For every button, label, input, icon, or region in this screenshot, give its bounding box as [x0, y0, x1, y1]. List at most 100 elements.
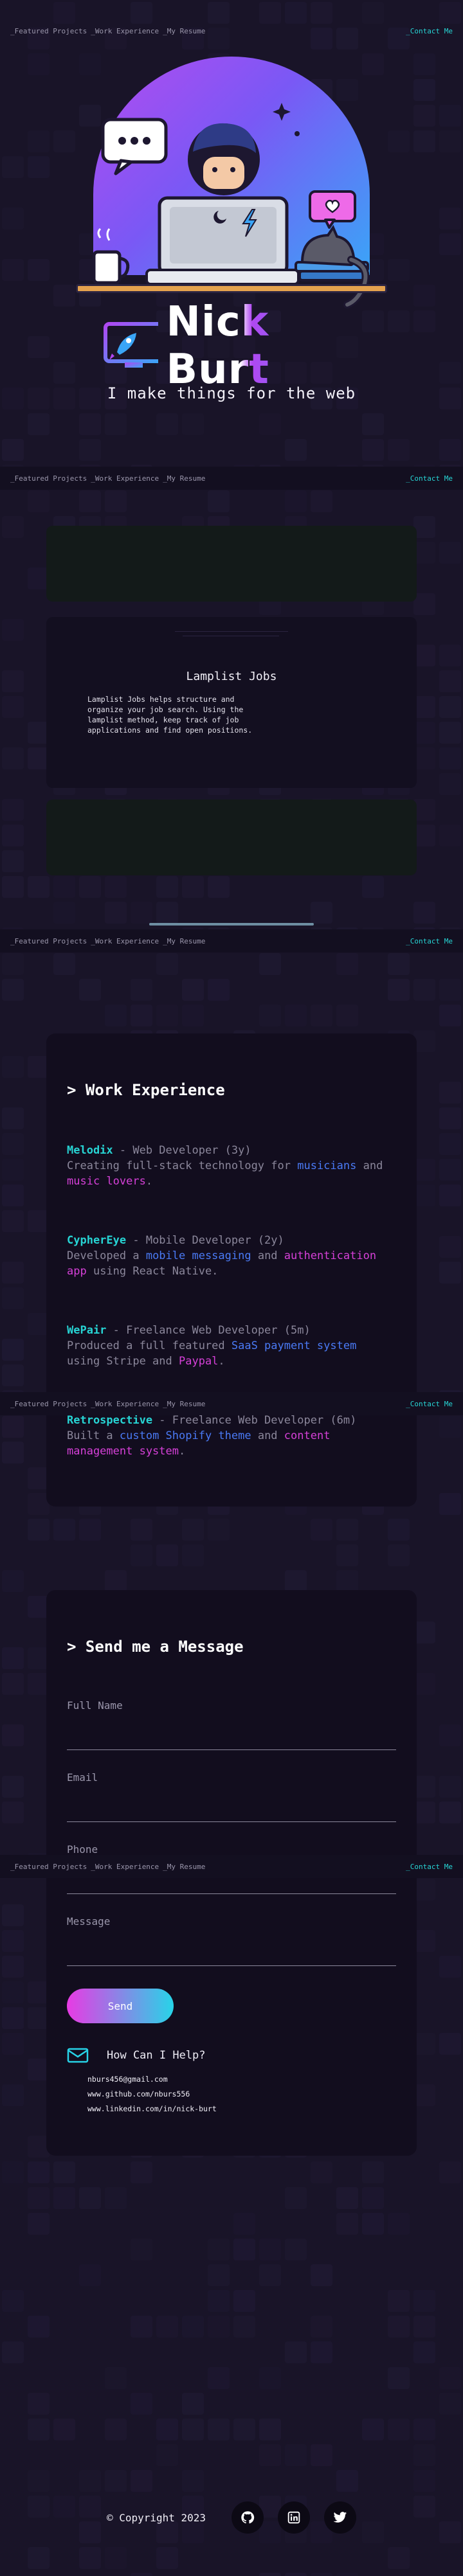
- background-cell: [413, 1930, 435, 1952]
- background-cell: [208, 2367, 230, 2389]
- background-cell: [2, 619, 24, 641]
- email-input[interactable]: [67, 1821, 396, 1822]
- highlighted-term: SaaS payment system: [231, 1339, 357, 1352]
- background-cell: [439, 1005, 461, 1026]
- background-cell: [285, 2341, 307, 2363]
- background-cell: [259, 2444, 281, 2466]
- background-cell: [311, 2573, 332, 2576]
- background-cell: [131, 2239, 152, 2260]
- background-cell: [79, 2264, 101, 2286]
- nav-work-experience[interactable]: _Work Experience: [91, 27, 159, 35]
- background-cell: [208, 1519, 230, 1541]
- background-cell: [439, 1262, 461, 1284]
- project-title: Lamplist Jobs: [186, 670, 277, 683]
- work-experience-heading: > Work Experience: [67, 1081, 225, 1099]
- send-button[interactable]: Send: [67, 1989, 174, 2023]
- project-card-next[interactable]: [46, 800, 417, 875]
- background-cell: [439, 1802, 461, 1823]
- linkedin-icon[interactable]: [278, 2501, 311, 2534]
- background-cell: [2, 516, 24, 538]
- contact-linkedin-link[interactable]: www.linkedin.com/in/nick-burt: [87, 2102, 217, 2116]
- phone-input[interactable]: [67, 1893, 396, 1894]
- job-company: WePair: [67, 1324, 107, 1337]
- contact-github-link[interactable]: www.github.com/nburs556: [87, 2087, 217, 2102]
- background-cell: [131, 2470, 152, 2492]
- background-cell: [53, 876, 75, 898]
- background-cell: [182, 2393, 204, 2415]
- full-name-label: Full Name: [67, 1699, 123, 1712]
- project-card-current[interactable]: Lamplist Jobs Lamplist Jobs helps struct…: [46, 617, 417, 788]
- background-cell: [233, 2239, 255, 2260]
- background-cell: [311, 1519, 332, 1541]
- background-cell: [2, 1262, 24, 1284]
- background-cell: [336, 1005, 358, 1026]
- nav-contact-me[interactable]: _Contact Me: [406, 474, 453, 483]
- hero-tagline: I make things for the web: [107, 384, 356, 402]
- background-cell: [439, 1082, 461, 1104]
- nav-work-experience[interactable]: _Work Experience: [91, 1863, 159, 1871]
- background-cell: [182, 413, 204, 435]
- nav-my-resume[interactable]: _My Resume: [163, 27, 205, 35]
- nav-work-experience[interactable]: _Work Experience: [91, 937, 159, 945]
- background-cell: [439, 645, 461, 666]
- nav-contact-me[interactable]: _Contact Me: [406, 27, 453, 35]
- background-cell: [105, 2547, 127, 2569]
- background-cell: [233, 2290, 255, 2312]
- nav-featured-projects[interactable]: _Featured Projects: [10, 1863, 87, 1871]
- full-name-input[interactable]: [67, 1749, 396, 1750]
- background-cell: [2, 1776, 24, 1798]
- background-cell: [53, 362, 75, 384]
- background-cell: [53, 2161, 75, 2183]
- carousel-scrollbar[interactable]: [149, 923, 314, 926]
- background-cell: [388, 953, 410, 975]
- background-cell: [182, 2316, 204, 2338]
- background-cell: [413, 1776, 435, 1798]
- background-cell: [413, 722, 435, 744]
- nav-featured-projects[interactable]: _Featured Projects: [10, 474, 87, 483]
- background-cell: [336, 1519, 358, 1541]
- copyright-text: © Copyright 2023: [106, 2511, 206, 2524]
- background-cell: [233, 2213, 255, 2235]
- background-cell: [28, 2161, 50, 2183]
- nav-my-resume[interactable]: _My Resume: [163, 1400, 205, 1408]
- github-icon[interactable]: [232, 2501, 264, 2534]
- nav-featured-projects[interactable]: _Featured Projects: [10, 937, 87, 945]
- background-cell: [156, 2547, 178, 2569]
- background-cell: [439, 1956, 461, 1978]
- background-cell: [413, 2084, 435, 2106]
- background-cell: [439, 696, 461, 718]
- background-cell: [413, 1159, 435, 1181]
- nav-work-experience[interactable]: _Work Experience: [91, 474, 159, 483]
- nav-contact-me[interactable]: _Contact Me: [406, 1863, 453, 1871]
- background-cell: [182, 979, 204, 1001]
- nav-my-resume[interactable]: _My Resume: [163, 474, 205, 483]
- background-cell: [413, 2341, 435, 2363]
- background-cell: [311, 490, 332, 512]
- background-cell: [2, 979, 24, 1001]
- background-cell: [413, 747, 435, 769]
- twitter-icon[interactable]: [324, 2501, 357, 2534]
- background-cell: [388, 2547, 410, 2569]
- background-cell: [285, 439, 307, 461]
- background-cell: [2, 850, 24, 872]
- background-cell: [388, 1519, 410, 1541]
- background-cell: [156, 902, 178, 924]
- nav-featured-projects[interactable]: _Featured Projects: [10, 27, 87, 35]
- job-entry: CypherEye - Mobile Developer (2y) Develo…: [67, 1233, 395, 1279]
- background-cell: [2, 1364, 24, 1386]
- nav-work-experience[interactable]: _Work Experience: [91, 1400, 159, 1408]
- background-cell: [28, 2547, 50, 2569]
- background-cell: [28, 2393, 50, 2415]
- message-input[interactable]: [67, 1965, 396, 1966]
- contact-email-link[interactable]: nburs456@gmail.com: [87, 2072, 217, 2087]
- background-cell: [388, 2290, 410, 2312]
- project-card-previous[interactable]: [46, 526, 417, 602]
- nav-contact-me[interactable]: _Contact Me: [406, 1400, 453, 1408]
- background-cell: [439, 2161, 461, 2183]
- background-cell: [413, 1802, 435, 1823]
- nav-my-resume[interactable]: _My Resume: [163, 937, 205, 945]
- background-cell: [105, 876, 127, 898]
- nav-my-resume[interactable]: _My Resume: [163, 1863, 205, 1871]
- nav-featured-projects[interactable]: _Featured Projects: [10, 1400, 87, 1408]
- nav-contact-me[interactable]: _Contact Me: [406, 937, 453, 945]
